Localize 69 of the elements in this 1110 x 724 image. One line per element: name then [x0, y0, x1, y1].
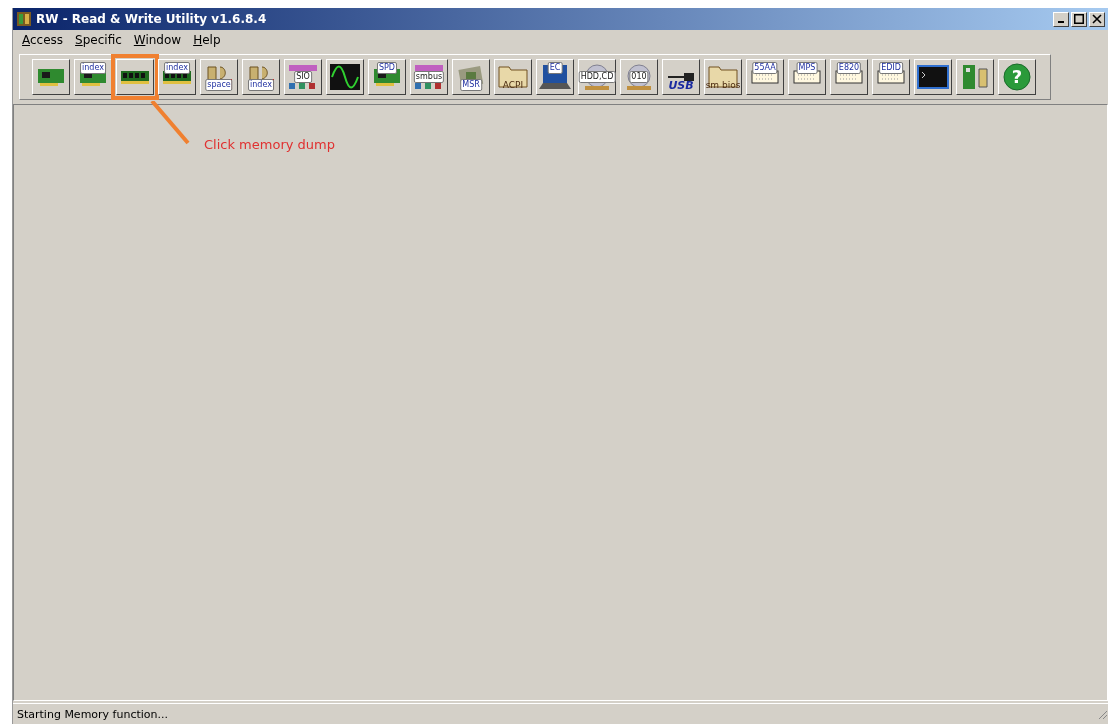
close-icon — [1092, 14, 1102, 24]
icon-label: index — [248, 79, 274, 91]
toolbar-button[interactable] — [914, 59, 952, 95]
menu-item[interactable]: Specific — [70, 33, 127, 47]
icon-label: smbus — [413, 71, 445, 83]
icon-label: space — [205, 79, 233, 91]
toolbar-button[interactable]: USB — [662, 59, 700, 95]
card-icon — [38, 68, 64, 86]
icon-label: index — [80, 62, 106, 74]
callout-line — [150, 101, 190, 145]
maximize-button[interactable] — [1071, 11, 1087, 27]
icon-label: USB — [667, 81, 695, 91]
wave-icon — [329, 63, 361, 91]
callout-text: Click memory dump — [204, 137, 335, 152]
icon-label: 55AA — [752, 62, 778, 74]
toolbar-button[interactable] — [32, 59, 70, 95]
toolbar-button[interactable]: SIO — [284, 59, 322, 95]
icon-label: ACPI — [501, 80, 525, 90]
close-button[interactable] — [1089, 11, 1105, 27]
toolbar-button[interactable]: sm bios — [704, 59, 742, 95]
folder-icon — [498, 66, 528, 88]
icon-label: E820 — [836, 62, 862, 74]
terminal-icon — [917, 65, 949, 89]
toolbar-button[interactable]: index — [158, 59, 196, 95]
icon-label: index — [164, 62, 190, 74]
toolbar-button[interactable]: ? — [998, 59, 1036, 95]
folder-icon — [708, 66, 738, 88]
toolbar-button[interactable]: 55AA — [746, 59, 784, 95]
chip-icon — [289, 65, 317, 89]
icon-label: HDD,CD — [578, 71, 616, 83]
toolbar-button[interactable]: space — [200, 59, 238, 95]
icon-label: MPS — [796, 62, 818, 74]
window-title: RW - Read & Write Utility v1.6.8.4 — [36, 12, 267, 26]
icon-label: SPD — [376, 62, 398, 74]
toolbar-button[interactable]: ACPI — [494, 59, 532, 95]
help-icon — [1003, 63, 1031, 91]
menu-item[interactable]: Help — [188, 33, 226, 47]
pci-icon — [962, 65, 988, 89]
usb-icon — [668, 73, 694, 81]
minimize-icon — [1058, 21, 1064, 23]
toolbar-button[interactable]: SPD — [368, 59, 406, 95]
icon-label: SIO — [294, 71, 312, 83]
resize-grip-icon — [1096, 708, 1108, 720]
menu-item[interactable]: Access — [17, 33, 69, 47]
icon-label: EDID — [879, 62, 903, 74]
status-text: Starting Memory function... — [17, 707, 169, 721]
toolbar-button[interactable] — [326, 59, 364, 95]
toolbar-button[interactable]: EC — [536, 59, 574, 95]
icon-label: sm bios — [704, 80, 742, 90]
toolbar-button[interactable]: E820 — [830, 59, 868, 95]
toolbar-button[interactable] — [956, 59, 994, 95]
icon-label: EC — [547, 62, 563, 74]
toolbar-button[interactable]: index — [74, 59, 112, 95]
toolbar-button[interactable]: MPS — [788, 59, 826, 95]
toolbar-button[interactable]: 010 — [620, 59, 658, 95]
menu-item[interactable]: Window — [128, 33, 187, 47]
toolbar-button[interactable]: smbus — [410, 59, 448, 95]
toolbar-button[interactable]: index — [242, 59, 280, 95]
icon-label: 010 — [629, 71, 649, 83]
toolbar-button[interactable]: HDD,CD — [578, 59, 616, 95]
icon-label: MSR — [460, 79, 482, 91]
toolbar-button[interactable]: MSR — [452, 59, 490, 95]
maximize-icon — [1074, 14, 1084, 24]
minimize-button[interactable] — [1053, 11, 1069, 27]
toolbar-button[interactable]: EDID — [872, 59, 910, 95]
memory-icon — [121, 70, 149, 84]
chip-icon — [415, 65, 443, 89]
icon-label: ? — [1010, 66, 1024, 88]
app-icon — [16, 11, 32, 27]
